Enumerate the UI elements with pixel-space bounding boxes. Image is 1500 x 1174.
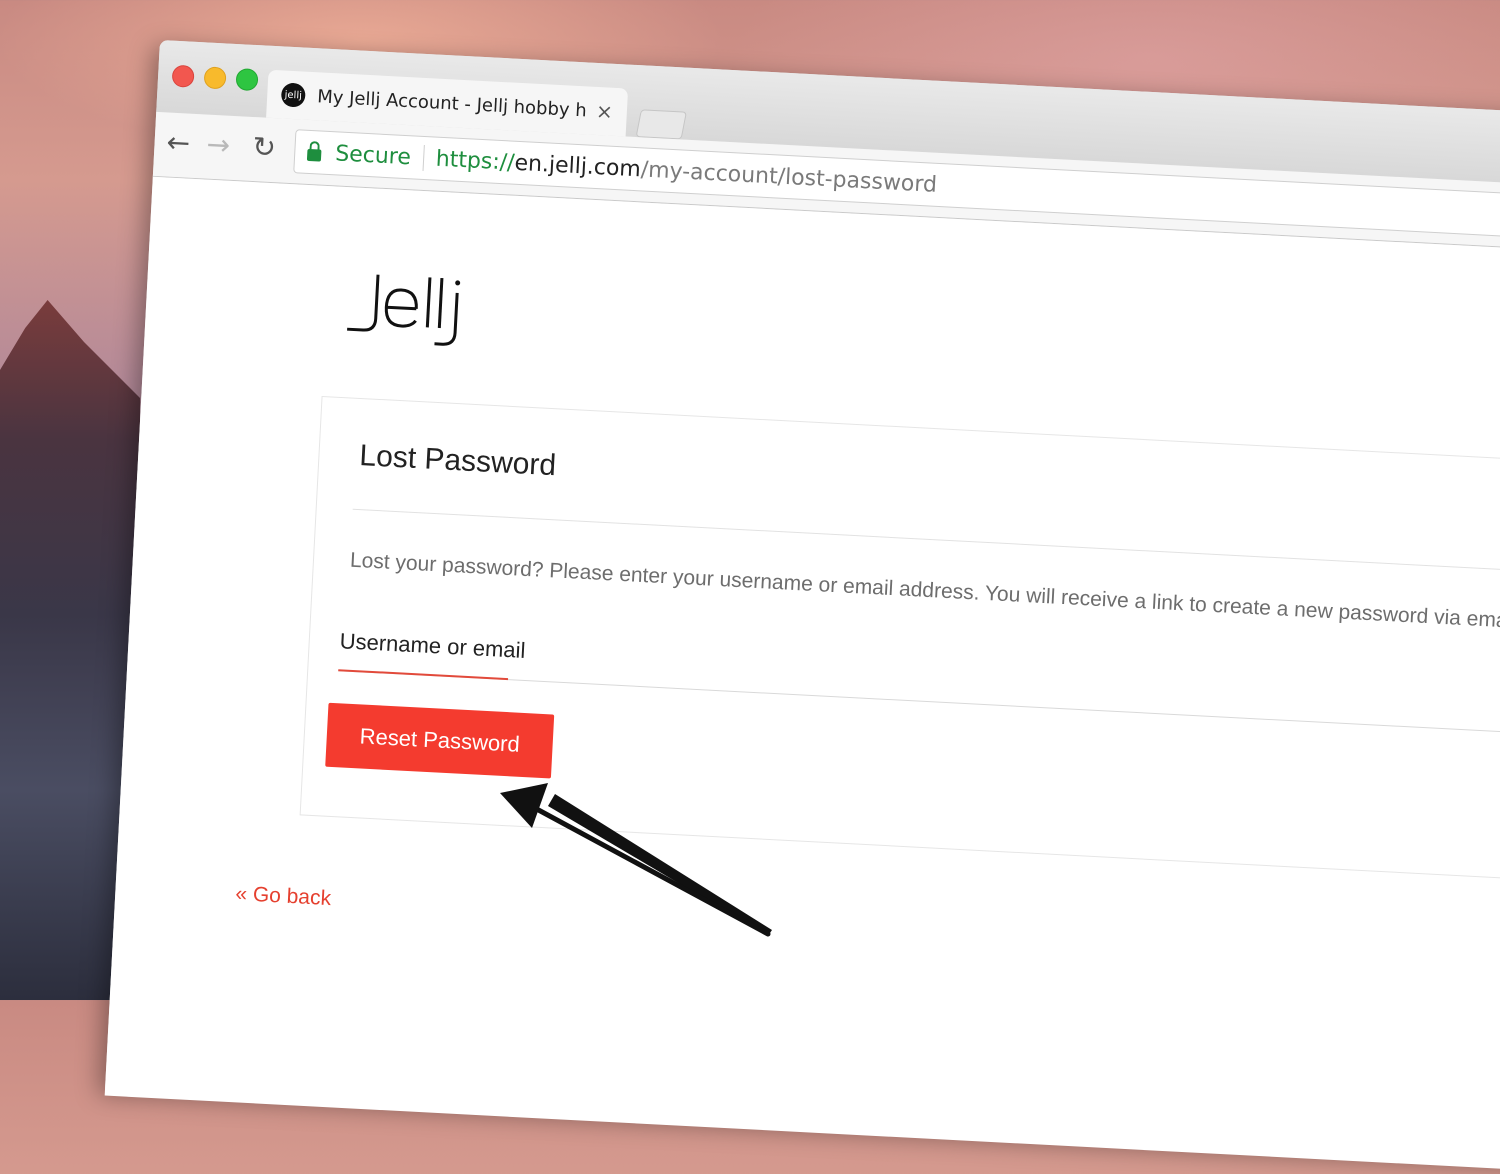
- tab-title: My Jellj Account - Jellj hobby h: [316, 85, 588, 121]
- reload-icon[interactable]: ↻: [252, 130, 277, 164]
- minimize-window-button[interactable]: [203, 66, 227, 90]
- jellj-logo: [347, 274, 461, 346]
- page-content: Lost Password Lost your password? Please…: [104, 176, 1500, 1174]
- window-controls: [171, 64, 259, 92]
- go-back-link[interactable]: « Go back: [235, 882, 332, 911]
- close-window-button[interactable]: [171, 64, 195, 88]
- close-icon[interactable]: ×: [595, 99, 613, 124]
- url-path: /my-account/lost-password: [640, 156, 938, 198]
- site-favicon: jellj: [280, 82, 306, 108]
- new-tab-button[interactable]: [635, 109, 687, 140]
- lost-password-card: Lost Password Lost your password? Please…: [299, 395, 1500, 885]
- url-host: en.jellj.com: [513, 150, 642, 182]
- username-email-field[interactable]: Username or email: [339, 628, 526, 664]
- lock-icon: [306, 148, 322, 162]
- maximize-window-button[interactable]: [235, 68, 259, 92]
- url-text: https://en.jellj.com/my-account/lost-pas…: [435, 146, 937, 197]
- page-title: Lost Password: [358, 439, 557, 483]
- browser-window: jellj My Jellj Account - Jellj hobby h ×…: [104, 40, 1500, 1174]
- back-arrow-icon[interactable]: ←: [166, 126, 191, 160]
- field-underline-active: [338, 669, 509, 681]
- url-scheme: https://: [435, 146, 516, 176]
- security-label: Secure: [334, 140, 412, 170]
- address-divider: [422, 144, 425, 171]
- reset-password-button[interactable]: Reset Password: [325, 702, 555, 779]
- forward-arrow-icon[interactable]: →: [206, 128, 231, 162]
- instructions-text: Lost your password? Please enter your us…: [349, 548, 1500, 634]
